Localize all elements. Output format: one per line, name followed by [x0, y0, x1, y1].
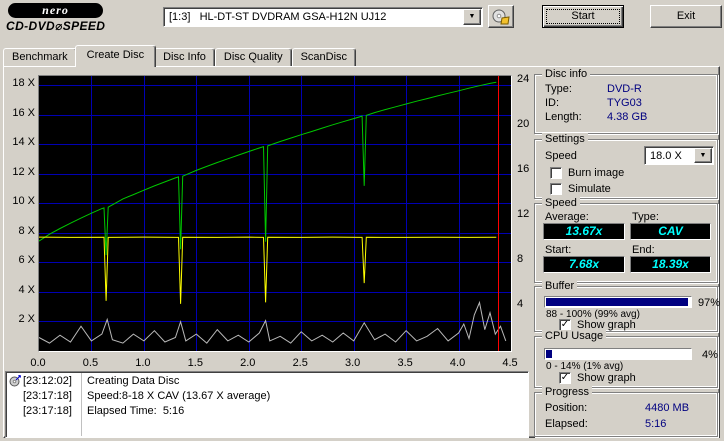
disc-info-title: Disc info	[542, 68, 590, 81]
start-speed-label: Start:	[545, 244, 571, 256]
speed-group: Speed Average: Type: 13.67x CAV Start: E…	[534, 203, 718, 283]
simulate-label: Simulate	[568, 183, 611, 195]
drive-select-value: [1:3] HL-DT-ST DVDRAM GSA-H12N UJ12	[169, 11, 386, 23]
nero-cd-dvd-speed-window: nero CD-DVD⌀SPEED [1:3] HL-DT-ST DVDRAM …	[0, 0, 724, 441]
drive-select-arrow-button[interactable]: ▼	[463, 9, 481, 25]
settings-title: Settings	[542, 133, 588, 146]
end-speed-value: 18.39x	[630, 256, 711, 273]
disc-write-icon	[9, 375, 22, 388]
start-speed-value: 7.68x	[543, 256, 625, 273]
checkmark-icon: ✓	[560, 373, 570, 382]
speed-select-value: 18.0 X	[650, 150, 682, 162]
log-message: Elapsed Time: 5:16	[87, 405, 184, 417]
exit-button-label: Exit	[651, 6, 721, 27]
settings-group: Settings Speed 18.0 X ▼ Burn image Simul…	[534, 139, 718, 199]
log-row: [23:17:18] Speed:8-18 X CAV (13.67 X ave…	[6, 390, 528, 404]
hand-disc-icon	[491, 8, 511, 26]
tab-scandisc[interactable]: ScanDisc	[292, 48, 356, 66]
exit-button[interactable]: Exit	[650, 5, 722, 28]
buffer-progress-bar	[544, 296, 692, 308]
log-row: [23:17:18] Elapsed Time: 5:16	[6, 405, 528, 419]
disc-length-label: Length:	[545, 111, 582, 123]
average-speed-value: 13.67x	[543, 223, 625, 240]
disc-info-group: Disc info Type: DVD-R ID: TYG03 Length: …	[534, 74, 718, 134]
progress-title: Progress	[542, 386, 592, 399]
cpu-progress-fill	[546, 350, 552, 358]
drive-select[interactable]: [1:3] HL-DT-ST DVDRAM GSA-H12N UJ12 ▼	[163, 7, 483, 27]
end-speed-label: End:	[632, 244, 655, 256]
chart-canvas	[39, 76, 511, 351]
series-write-speed	[39, 82, 496, 255]
cpu-usage-group: CPU Usage 4% 0 - 14% (1% avg) ✓ Show gra…	[534, 336, 718, 388]
cpu-show-graph-label: Show graph	[577, 372, 636, 384]
simulate-checkbox[interactable]	[550, 183, 562, 195]
start-button-label: Start	[543, 6, 623, 27]
speed-select[interactable]: 18.0 X ▼	[644, 146, 714, 165]
tab-disc-quality[interactable]: Disc Quality	[215, 48, 292, 66]
nero-brand-text: nero	[42, 3, 69, 17]
tab-benchmark[interactable]: Benchmark	[3, 48, 77, 66]
position-value: 4480 MB	[645, 402, 689, 414]
log-message: Creating Data Disc	[87, 375, 179, 387]
log-message: Speed:8-18 X CAV (13.67 X average)	[87, 390, 270, 402]
logo-product-text: CD-DVD⌀SPEED	[6, 19, 105, 33]
start-button[interactable]: Start	[542, 5, 624, 28]
speed-chart	[38, 75, 512, 352]
speed-setting-label: Speed	[545, 150, 577, 162]
buffer-progress-fill	[546, 298, 688, 306]
progress-group: Progress Position: 4480 MB Elapsed: 5:16	[534, 392, 718, 437]
elapsed-label: Elapsed:	[545, 418, 588, 430]
cpu-range: 0 - 14% (1% avg)	[546, 361, 623, 372]
log-time: [23:17:18]	[23, 390, 72, 402]
log-row: [23:12:02] Creating Data Disc	[6, 375, 528, 389]
tab-disc-info[interactable]: Disc Info	[154, 48, 215, 66]
burn-image-label: Burn image	[568, 167, 624, 179]
cpu-percent: 4%	[702, 349, 718, 361]
speed-select-arrow-button[interactable]: ▼	[694, 148, 712, 163]
average-label: Average:	[545, 211, 589, 223]
buffer-group: Buffer 97% 88 - 100% (99% avg) ✓ Show gr…	[534, 286, 718, 332]
series-requested-speed	[39, 237, 496, 304]
disc-length-value: 4.38 GB	[607, 111, 647, 123]
cpu-usage-title: CPU Usage	[542, 330, 606, 343]
disc-type-label: Type:	[545, 83, 572, 95]
chevron-down-icon: ▼	[695, 149, 711, 162]
log-time: [23:12:02]	[23, 375, 72, 387]
tab-create-disc[interactable]: Create Disc	[75, 45, 156, 67]
type-label: Type:	[632, 211, 659, 223]
tab-strip: BenchmarkCreate DiscDisc InfoDisc Qualit…	[3, 45, 356, 67]
series-cpu-usage	[39, 303, 506, 344]
disc-type-value: DVD-R	[607, 83, 642, 95]
checkmark-icon: ✓	[560, 320, 570, 329]
log-time: [23:17:18]	[23, 405, 72, 417]
status-log: [23:12:02] Creating Data Disc [23:17:18]…	[5, 371, 529, 438]
buffer-percent: 97%	[698, 297, 720, 309]
disc-id-label: ID:	[545, 97, 559, 109]
position-label: Position:	[545, 402, 587, 414]
burn-image-checkbox[interactable]	[550, 167, 562, 179]
nero-brand: nero	[8, 3, 103, 18]
cpu-progress-bar	[544, 348, 692, 360]
cpu-show-graph-checkbox[interactable]: ✓	[559, 372, 571, 384]
speed-type-value: CAV	[630, 223, 711, 240]
speed-group-title: Speed	[542, 197, 580, 210]
drive-tray-button[interactable]	[488, 5, 514, 28]
disc-id-value: TYG03	[607, 97, 642, 109]
buffer-title: Buffer	[542, 280, 577, 293]
chevron-down-icon: ▼	[464, 10, 480, 23]
elapsed-value: 5:16	[645, 418, 666, 430]
